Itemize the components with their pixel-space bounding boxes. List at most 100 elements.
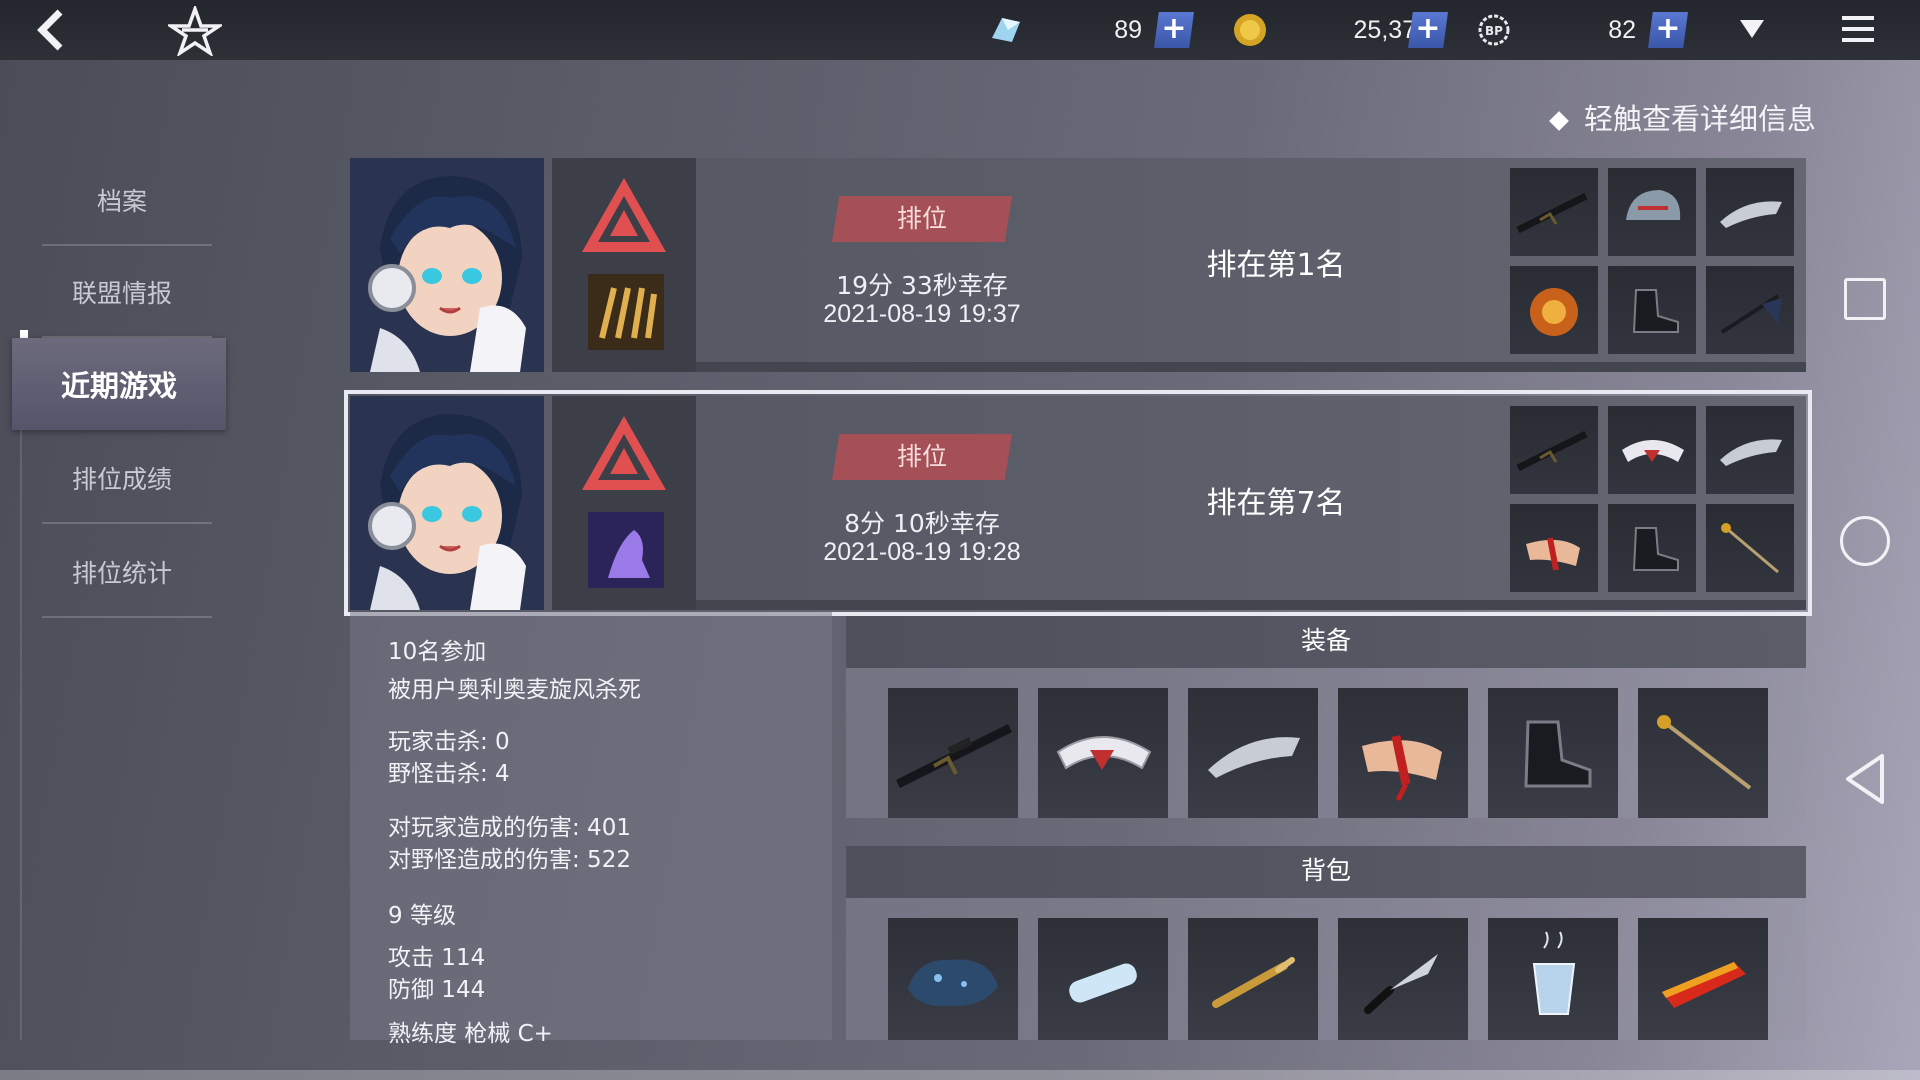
character-portrait [350,396,544,610]
skill-icon [588,274,664,350]
bp-value: 82 [1608,16,1636,44]
rank-tier-icon [578,412,670,496]
mode-badge: 排位 [832,196,1012,242]
equipment-slots [846,668,1806,818]
boots-icon[interactable] [1488,688,1618,818]
equipment-grid [1510,406,1798,598]
tiara-icon [1608,406,1696,494]
crystal-resource: 89 + [988,12,1208,48]
proficiency: 熟练度 枪械 C+ [388,1021,553,1047]
add-coin-button[interactable]: + [1408,12,1448,48]
sidebar-item-ranked-stats[interactable]: 排位统计 [32,526,212,618]
sidebar-item-profile[interactable]: 档案 [32,154,212,246]
placement: 排在第7名 [1206,486,1346,521]
equipment-panel: 装备 [846,616,1806,818]
back-arrow-icon[interactable] [30,8,74,52]
sidebar-item-label: 排位成绩 [71,465,172,494]
square-icon[interactable] [1844,278,1886,320]
bp-resource: BP 82 + [1476,12,1696,48]
hint-text: 轻触查看详细信息 [1584,102,1817,136]
backpack-title: 背包 [846,846,1806,898]
rank-column [552,396,696,610]
bracer-icon [1510,504,1598,592]
boots-icon [1608,266,1696,354]
match-datetime: 2021-08-19 19:37 [823,300,1021,328]
staff-icon[interactable] [1638,688,1768,818]
chevron-down-icon[interactable] [1738,18,1766,40]
defense: 防御 144 [388,977,486,1003]
sidebar-rail [20,360,22,1040]
helmet-icon [1608,168,1696,256]
sidebar-item-label: 档案 [96,187,147,216]
diamond-icon [1549,111,1569,131]
killed-by: 被用户奥利奥麦旋风杀死 [388,677,641,703]
match-summary: 排位 19分 33秒幸存 2021-08-19 19:37 排在第1名 [696,158,1806,372]
armguard-icon[interactable] [1188,688,1318,818]
sidebar-item-alliance[interactable]: 联盟情报 [32,246,212,338]
sidebar-item-label: 联盟情报 [71,279,172,308]
add-crystal-button[interactable]: + [1154,12,1194,48]
knife-icon[interactable] [1338,918,1468,1040]
rank-tier-icon [578,174,670,258]
equipment-title: 装备 [846,616,1806,668]
bracer-icon[interactable] [1338,688,1468,818]
circle-icon[interactable] [1840,516,1890,566]
star-icon[interactable] [165,3,225,58]
player-kills: 玩家击杀: 0 [388,729,510,755]
staff-icon [1706,504,1794,592]
backpack-slots [846,898,1806,1040]
placement: 排在第1名 [1206,248,1346,283]
add-bp-button[interactable]: + [1648,12,1688,48]
bottom-edge [0,1070,1920,1080]
sniper-rifle-icon [1510,406,1598,494]
cup-icon[interactable] [1488,918,1618,1040]
damage-players: 对玩家造成的伤害: 401 [388,815,631,841]
ore-icon[interactable] [888,918,1018,1040]
rank-column [552,158,696,372]
equipment-grid [1510,168,1798,360]
sidebar-item-ranked-results[interactable]: 排位成绩 [32,432,212,524]
bullet-icon[interactable] [1188,918,1318,1040]
match-summary: 排位 8分 10秒幸存 2021-08-19 19:28 排在第7名 [696,396,1806,610]
boots-icon [1608,504,1696,592]
match-datetime: 2021-08-19 19:28 [823,538,1021,566]
triangle-back-icon[interactable] [1842,752,1888,806]
coin-value: 25,374 [1353,16,1430,44]
crystal-value: 89 [1114,16,1142,44]
ink-stick-icon[interactable] [1638,918,1768,1040]
detail-hint: 轻触查看详细信息 [1549,96,1817,138]
skill-icon [588,512,664,588]
flag-icon [1706,266,1794,354]
crystal-icon [988,12,1024,48]
character-portrait [350,158,544,372]
svg-text:BP: BP [1485,24,1503,38]
sidebar-item-label: 排位统计 [71,559,172,588]
mode-badge: 排位 [832,434,1012,480]
sniper-rifle-icon [1510,168,1598,256]
match-detail: 10名参加 被用户奥利奥麦旋风杀死 玩家击杀: 0 野怪击杀: 4 对玩家造成的… [350,612,1806,1047]
armguard-icon [1706,168,1794,256]
fire-orb-icon [1510,266,1598,354]
sniper-rifle-icon[interactable] [888,688,1018,818]
monster-kills: 野怪击杀: 4 [388,761,510,787]
menu-icon[interactable] [1842,14,1874,44]
water-bottle-icon[interactable] [1038,918,1168,1040]
sidebar-item-recent-games[interactable]: 近期游戏 [12,338,226,430]
participants: 10名参加 [388,639,487,665]
backpack-panel: 背包 [846,846,1806,1040]
match-card-selected[interactable]: 排位 8分 10秒幸存 2021-08-19 19:28 排在第7名 [344,390,1812,616]
survival-time: 8分 10秒幸存 [844,509,1000,538]
survival-time: 19分 33秒幸存 [836,271,1008,300]
match-card[interactable]: 排位 19分 33秒幸存 2021-08-19 19:37 排在第1名 [350,158,1806,372]
bp-icon: BP [1476,12,1512,48]
sidebar-item-label: 近期游戏 [60,369,177,403]
level: 9 等级 [388,903,456,929]
tiara-icon[interactable] [1038,688,1168,818]
attack: 攻击 114 [388,945,486,971]
stats-panel: 10名参加 被用户奥利奥麦旋风杀死 玩家击杀: 0 野怪击杀: 4 对玩家造成的… [350,612,832,1047]
damage-monsters: 对野怪造成的伤害: 522 [388,847,631,873]
coin-icon [1232,12,1268,48]
armguard-icon [1706,406,1794,494]
top-bar: 89 + 25,374 + BP 82 + [0,0,1920,60]
coin-resource: 25,374 + [1232,12,1454,48]
